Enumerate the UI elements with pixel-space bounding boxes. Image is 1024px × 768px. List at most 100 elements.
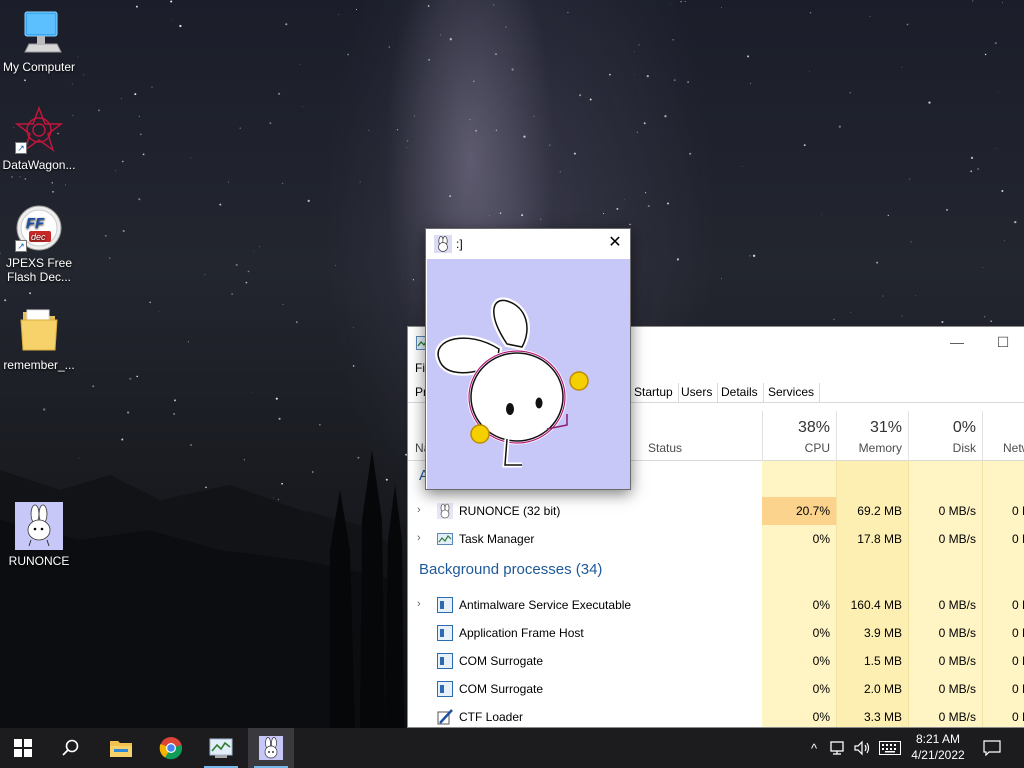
- star: [803, 144, 806, 147]
- table-row[interactable]: Application Frame Host 0% 3.9 MB 0 MB/s …: [408, 619, 1024, 647]
- star: [187, 341, 189, 343]
- datawagon-icon: ↗: [14, 105, 64, 154]
- desktop-icon-label: DataWagon...: [2, 158, 76, 172]
- star: [307, 199, 310, 203]
- start-button[interactable]: [0, 728, 46, 768]
- star: [833, 318, 835, 321]
- star: [505, 26, 507, 28]
- table-row[interactable]: › Task Manager 0% 17.8 MB 0 MB/s 0 M: [408, 525, 1024, 553]
- chevron-right-icon[interactable]: ›: [417, 598, 421, 610]
- action-center-button[interactable]: [978, 728, 1006, 768]
- table-row[interactable]: COM Surrogate 0% 1.5 MB 0 MB/s 0 M: [408, 647, 1024, 675]
- tab-users[interactable]: Users: [676, 383, 719, 403]
- column-memory[interactable]: 31% Memory: [836, 411, 908, 461]
- star: [10, 175, 13, 178]
- tab-services[interactable]: Services: [763, 383, 821, 403]
- maximize-button[interactable]: ☐: [980, 327, 1024, 357]
- table-row[interactable]: › RUNONCE (32 bit) 20.7% 69.2 MB 0 MB/s …: [408, 497, 1024, 525]
- network-value: 0 M: [1011, 654, 1024, 668]
- star: [412, 279, 415, 281]
- star: [645, 192, 647, 194]
- chevron-right-icon[interactable]: ›: [417, 504, 421, 516]
- windows-logo-icon: [14, 739, 32, 757]
- star: [174, 399, 176, 402]
- taskbar: ^ 8:21 AM 4/21/2022: [0, 728, 1024, 768]
- clock[interactable]: 8:21 AM 4/21/2022: [905, 731, 971, 763]
- star: [646, 74, 649, 78]
- star: [126, 411, 130, 414]
- desktop-icon-remember-folder[interactable]: remember_...: [0, 306, 78, 372]
- network-icon: [830, 741, 844, 755]
- table-row[interactable]: › Antimalware Service Executable 0% 160.…: [408, 591, 1024, 619]
- star: [473, 80, 475, 83]
- star: [629, 223, 631, 226]
- taskbar-runonce[interactable]: [248, 728, 294, 768]
- star: [608, 73, 611, 76]
- column-network[interactable]: Netw: [982, 411, 1024, 461]
- process-name: Task Manager: [459, 532, 535, 546]
- star: [667, 202, 669, 205]
- cpu-value: 0%: [812, 626, 830, 640]
- star: [190, 157, 192, 159]
- star: [495, 53, 497, 55]
- background-group-header[interactable]: Background processes (34): [419, 561, 602, 578]
- chevron-right-icon[interactable]: ›: [417, 532, 421, 544]
- show-hidden-icons-button[interactable]: ^: [804, 728, 824, 768]
- star: [511, 68, 514, 71]
- taskbar-file-explorer[interactable]: [98, 728, 144, 768]
- table-row[interactable]: CTF Loader 0% 3.3 MB 0 MB/s 0 M: [408, 703, 1024, 727]
- column-cpu[interactable]: 38% CPU: [762, 411, 836, 461]
- star: [319, 424, 321, 426]
- bunny-icon: [15, 502, 63, 550]
- star: [1004, 239, 1006, 241]
- star: [982, 267, 983, 268]
- memory-value: 17.8 MB: [857, 532, 902, 546]
- star: [1014, 220, 1017, 224]
- process-name: CTF Loader: [459, 710, 524, 724]
- taskbar-chrome[interactable]: [148, 728, 194, 768]
- star: [413, 115, 416, 117]
- tab-details[interactable]: Details: [716, 383, 764, 403]
- star: [368, 129, 370, 131]
- desktop-icon-datawagon[interactable]: ↗ DataWagon...: [0, 105, 78, 172]
- runonce-popup-window[interactable]: :] ✕: [425, 228, 631, 490]
- star: [567, 11, 569, 14]
- clock-time: 8:21 AM: [915, 732, 961, 746]
- star: [901, 66, 903, 68]
- desktop-icon-runonce[interactable]: RUNONCE: [0, 502, 78, 568]
- star: [1002, 2, 1003, 4]
- desktop-icon-my-computer[interactable]: My Computer: [0, 8, 78, 74]
- star: [122, 229, 125, 233]
- service-icon: [437, 625, 453, 641]
- star: [173, 413, 175, 415]
- desktop-icon-jpexs[interactable]: FF dec ↗ JPEXS Free Flash Dec...: [0, 204, 78, 284]
- tab-startup[interactable]: Startup: [628, 383, 679, 403]
- keyboard-icon: [879, 741, 901, 755]
- star: [616, 207, 619, 210]
- star: [109, 257, 111, 259]
- network-value: 0 M: [1011, 682, 1024, 696]
- star: [253, 250, 255, 252]
- task-manager-icon: [209, 738, 233, 758]
- star: [138, 115, 141, 118]
- star: [684, 1, 686, 2]
- star: [495, 129, 498, 131]
- volume-button[interactable]: [851, 728, 875, 768]
- star: [752, 254, 756, 257]
- network-button[interactable]: [826, 728, 850, 768]
- keyboard-button[interactable]: [876, 728, 904, 768]
- search-button[interactable]: [48, 728, 94, 768]
- popup-canvas: [427, 259, 630, 489]
- popup-title-bar[interactable]: :] ✕: [426, 229, 630, 259]
- column-disk[interactable]: 0% Disk: [908, 411, 982, 461]
- close-button[interactable]: ✕: [600, 229, 630, 257]
- star: [51, 182, 53, 184]
- star: [204, 273, 206, 275]
- process-list: A › RUNONCE (32 bit) 20.7% 69.2 MB 0 MB/…: [408, 461, 1024, 727]
- cpu-label: CPU: [804, 441, 830, 455]
- table-row[interactable]: COM Surrogate 0% 2.0 MB 0 MB/s 0 M: [408, 675, 1024, 703]
- taskbar-task-manager[interactable]: [198, 728, 244, 768]
- column-status[interactable]: Status: [648, 441, 682, 455]
- minimize-button[interactable]: —: [934, 327, 980, 357]
- star: [355, 8, 358, 11]
